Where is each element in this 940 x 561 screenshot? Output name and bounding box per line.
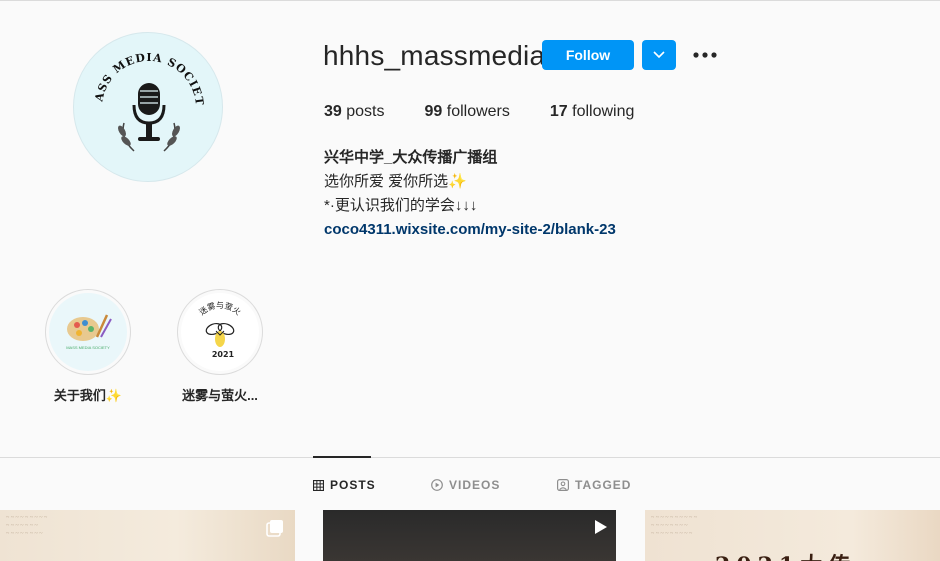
post-thumbnail[interactable]: ~ ~ ~ ~ ~ ~ ~ ~ ~ ~ ~ ~ ~ ~ ~ ~ ~ ~ ~ ~ ~ … [0,510,295,561]
play-circle-icon [431,479,443,491]
highlight-label: 迷雾与萤火... [182,388,258,403]
profile-stats: 39 posts 99 followers 17 following [324,103,674,121]
posts-count: 39 [324,103,342,120]
following-label: following [572,103,635,120]
firefly-icon: 迷雾与萤火 2021 [197,300,242,359]
svg-text:迷雾与萤火: 迷雾与萤火 [197,300,242,317]
tab-label: VIDEOS [449,478,501,492]
highlight-mist-firefly[interactable]: 迷雾与萤火 2021 迷雾与萤火... [170,289,270,404]
post-thumbnail[interactable]: ~ ~ ~ ~ ~ ~ ~ ~ ~ ~ ~ ~ ~ ~ ~ ~ ~ ~ ~ ~ ~ … [645,510,940,561]
tab-label: TAGGED [575,478,632,492]
play-icon [595,520,607,534]
post-thumbnail[interactable] [323,510,616,561]
palette-icon: MASS MEDIA SOCIETY [66,314,112,350]
posts-label: posts [346,103,385,120]
tabs-divider [0,457,940,458]
post-texture: ~ ~ ~ ~ ~ ~ ~ ~ ~ ~ ~ ~ ~ ~ ~ ~ ~ ~ ~ ~ ~ … [651,515,697,537]
active-tab-indicator [313,456,371,458]
highlight-art-text: MASS MEDIA SOCIETY [66,345,110,350]
carousel-icon [266,520,283,537]
tag-icon [557,479,569,491]
highlight-cover: MASS MEDIA SOCIETY [49,293,127,371]
highlight-ring: 迷雾与萤火 2021 [177,289,263,375]
follow-button[interactable]: Follow [542,40,634,70]
top-border [0,0,940,1]
bio-website-link[interactable]: coco4311.wixsite.com/my-site-2/blank-23 [324,218,616,242]
bio-name: 兴华中学_大众传播广播组 [324,149,498,166]
username: hhhs_massmedia [323,40,546,71]
profile-bio: 兴华中学_大众传播广播组 选你所爱 爱你所选✨ *·更认识我们的学会↓↓↓ co… [324,146,616,242]
highlight-ring: MASS MEDIA SOCIETY [45,289,131,375]
mass-media-logo: MASS MEDIA SOCIETY [74,33,205,152]
profile-avatar[interactable]: MASS MEDIA SOCIETY [73,32,223,182]
suggestions-dropdown-button[interactable] [642,40,676,70]
followers-label: followers [446,103,510,120]
highlight-about-us[interactable]: MASS MEDIA SOCIETY 关于我们✨ [38,289,138,404]
bio-line-2: *·更认识我们的学会↓↓↓ [324,197,478,214]
grid-icon [313,479,324,491]
bio-line-1: 选你所爱 爱你所选✨ [324,173,467,190]
highlight-year: 2021 [212,350,235,359]
posts-stat: 39 posts [324,103,385,121]
post-title-text: 2021大传... [715,548,897,561]
tab-posts[interactable]: POSTS [313,478,376,492]
highlight-cover: 迷雾与萤火 2021 [181,293,259,371]
following-count: 17 [549,103,568,120]
following-stat[interactable]: 17 following [550,103,635,121]
chevron-down-icon [653,51,665,59]
ellipsis-icon [693,52,717,58]
post-texture: ~ ~ ~ ~ ~ ~ ~ ~ ~ ~ ~ ~ ~ ~ ~ ~ ~ ~ ~ ~ ~ … [6,515,48,537]
more-options-button[interactable] [690,42,720,68]
tab-videos[interactable]: VIDEOS [431,478,500,492]
tab-label: POSTS [330,478,376,492]
highlight-label: 关于我们✨ [53,388,123,403]
tab-tagged[interactable]: TAGGED [557,478,631,492]
followers-count: 99 [424,103,443,120]
followers-stat[interactable]: 99 followers [425,103,510,121]
highlight-art-text: 迷雾与萤火 [197,300,242,317]
